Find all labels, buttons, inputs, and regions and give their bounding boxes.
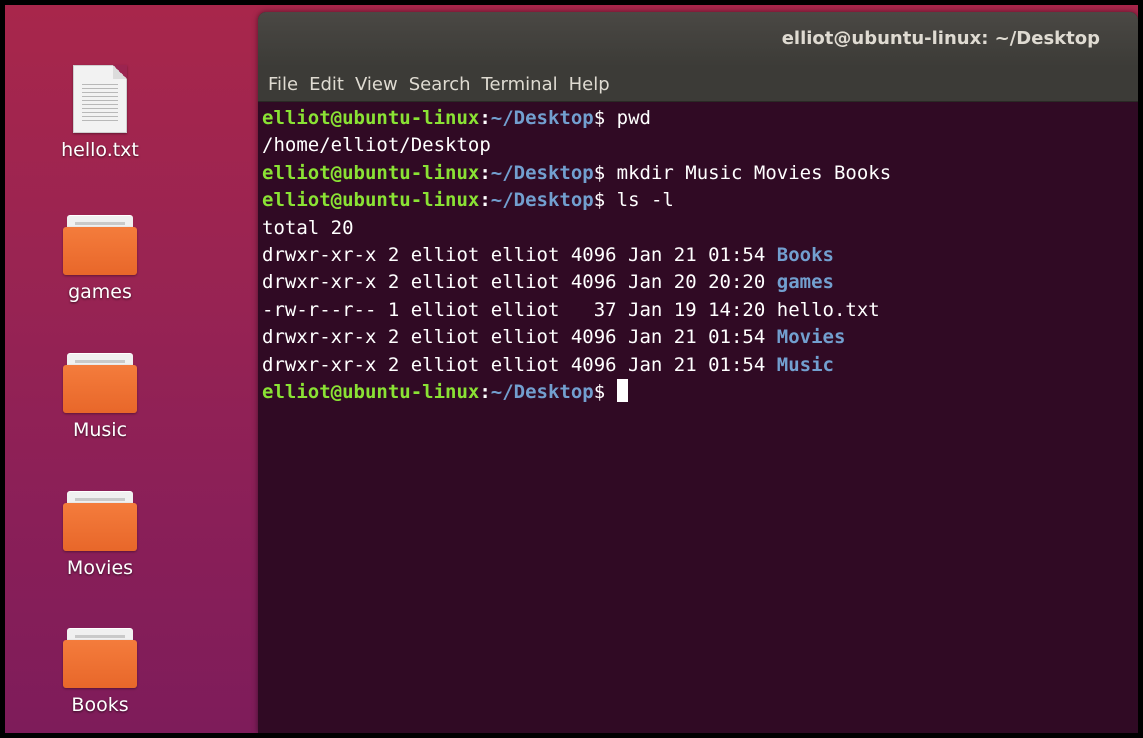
output-text: /home/elliot/Desktop — [262, 134, 491, 157]
desktop-item-label: hello.txt — [61, 139, 139, 161]
prompt-user-host: elliot@ubuntu-linux — [262, 107, 480, 129]
terminal-line: /home/elliot/Desktop — [262, 132, 1138, 159]
prompt-separator: : — [479, 107, 491, 129]
terminal-line: drwxr-xr-x 2 elliot elliot 4096 Jan 21 0… — [262, 352, 1138, 379]
prompt-separator: : — [479, 380, 491, 403]
desktop-item-label: Movies — [66, 557, 134, 579]
text-cursor — [616, 378, 628, 402]
listing-dir-name: Books — [776, 243, 834, 266]
prompt-sign: $ — [593, 380, 606, 403]
folder-icon — [63, 215, 137, 275]
prompt-sign: $ — [593, 161, 606, 184]
desktop-item-movies[interactable]: Movies — [35, 491, 165, 579]
terminal-window[interactable]: elliot@ubuntu-linux: ~/Desktop File Edit… — [258, 12, 1138, 733]
command-text — [605, 381, 616, 403]
listing-details: drwxr-xr-x 2 elliot elliot 4096 Jan 21 0… — [262, 326, 777, 349]
listing-dir-name: Music — [776, 353, 834, 376]
prompt-user-host: elliot@ubuntu-linux — [262, 161, 480, 184]
terminal-line: drwxr-xr-x 2 elliot elliot 4096 Jan 21 0… — [262, 242, 1138, 269]
menu-edit[interactable]: Edit — [304, 74, 349, 95]
menu-bar: File Edit View Search Terminal Help — [258, 67, 1138, 102]
command-text: ls -l — [605, 189, 674, 212]
menu-file[interactable]: File — [263, 74, 303, 95]
command-text: pwd — [605, 107, 651, 129]
prompt-sign: $ — [593, 189, 606, 212]
desktop-item-music[interactable]: Music — [35, 353, 165, 441]
terminal-line: elliot@ubuntu-linux:~/Desktop$ pwd — [262, 105, 1138, 132]
listing-dir-name: games — [776, 271, 834, 294]
text-file-icon — [73, 65, 127, 133]
prompt-path: ~/Desktop — [490, 107, 594, 129]
terminal-output[interactable]: elliot@ubuntu-linux:~/Desktop$ pwd/home/… — [258, 102, 1138, 406]
folder-icon — [63, 491, 137, 551]
command-text: mkdir Music Movies Books — [605, 161, 892, 184]
desktop-item-label: games — [68, 281, 132, 303]
desktop-item-books[interactable]: Books — [35, 628, 165, 716]
prompt-separator: : — [479, 189, 491, 212]
folder-icon — [63, 353, 137, 413]
menu-terminal[interactable]: Terminal — [477, 74, 563, 95]
listing-file-name: hello.txt — [776, 298, 880, 321]
listing-details: drwxr-xr-x 2 elliot elliot 4096 Jan 20 2… — [262, 271, 777, 294]
menu-view[interactable]: View — [350, 74, 403, 95]
window-titlebar[interactable]: elliot@ubuntu-linux: ~/Desktop — [258, 12, 1138, 67]
terminal-line: elliot@ubuntu-linux:~/Desktop$ mkdir Mus… — [262, 160, 1138, 187]
terminal-line: elliot@ubuntu-linux:~/Desktop$ — [262, 378, 1138, 406]
prompt-sign: $ — [593, 107, 606, 129]
desktop-item-label: Music — [72, 419, 128, 441]
desktop-icon-area: hello.txt games Music Movies Books — [5, 5, 205, 733]
listing-details: drwxr-xr-x 2 elliot elliot 4096 Jan 21 0… — [262, 353, 777, 376]
prompt-user-host: elliot@ubuntu-linux — [262, 380, 480, 403]
terminal-line: drwxr-xr-x 2 elliot elliot 4096 Jan 21 0… — [262, 324, 1138, 351]
menu-help[interactable]: Help — [564, 74, 615, 95]
terminal-line: total 20 — [262, 215, 1138, 242]
prompt-path: ~/Desktop — [490, 380, 594, 403]
prompt-path: ~/Desktop — [490, 161, 594, 184]
terminal-line: -rw-r--r-- 1 elliot elliot 37 Jan 19 14:… — [262, 297, 1138, 324]
prompt-user-host: elliot@ubuntu-linux — [262, 189, 480, 212]
menu-search[interactable]: Search — [404, 74, 476, 95]
window-title: elliot@ubuntu-linux: ~/Desktop — [781, 28, 1100, 49]
terminal-line: drwxr-xr-x 2 elliot elliot 4096 Jan 20 2… — [262, 269, 1138, 296]
prompt-separator: : — [479, 161, 491, 184]
desktop-item-label: Books — [71, 694, 129, 716]
ubuntu-desktop: hello.txt games Music Movies Books ellio… — [5, 5, 1138, 733]
terminal-line: elliot@ubuntu-linux:~/Desktop$ ls -l — [262, 187, 1138, 214]
listing-details: -rw-r--r-- 1 elliot elliot 37 Jan 19 14:… — [262, 298, 777, 321]
output-text: total 20 — [262, 216, 354, 239]
desktop-item-games[interactable]: games — [35, 215, 165, 303]
folder-icon — [63, 628, 137, 688]
prompt-path: ~/Desktop — [490, 189, 594, 212]
desktop-item-hello-txt[interactable]: hello.txt — [35, 65, 165, 161]
listing-details: drwxr-xr-x 2 elliot elliot 4096 Jan 21 0… — [262, 243, 777, 266]
listing-dir-name: Movies — [776, 326, 846, 349]
